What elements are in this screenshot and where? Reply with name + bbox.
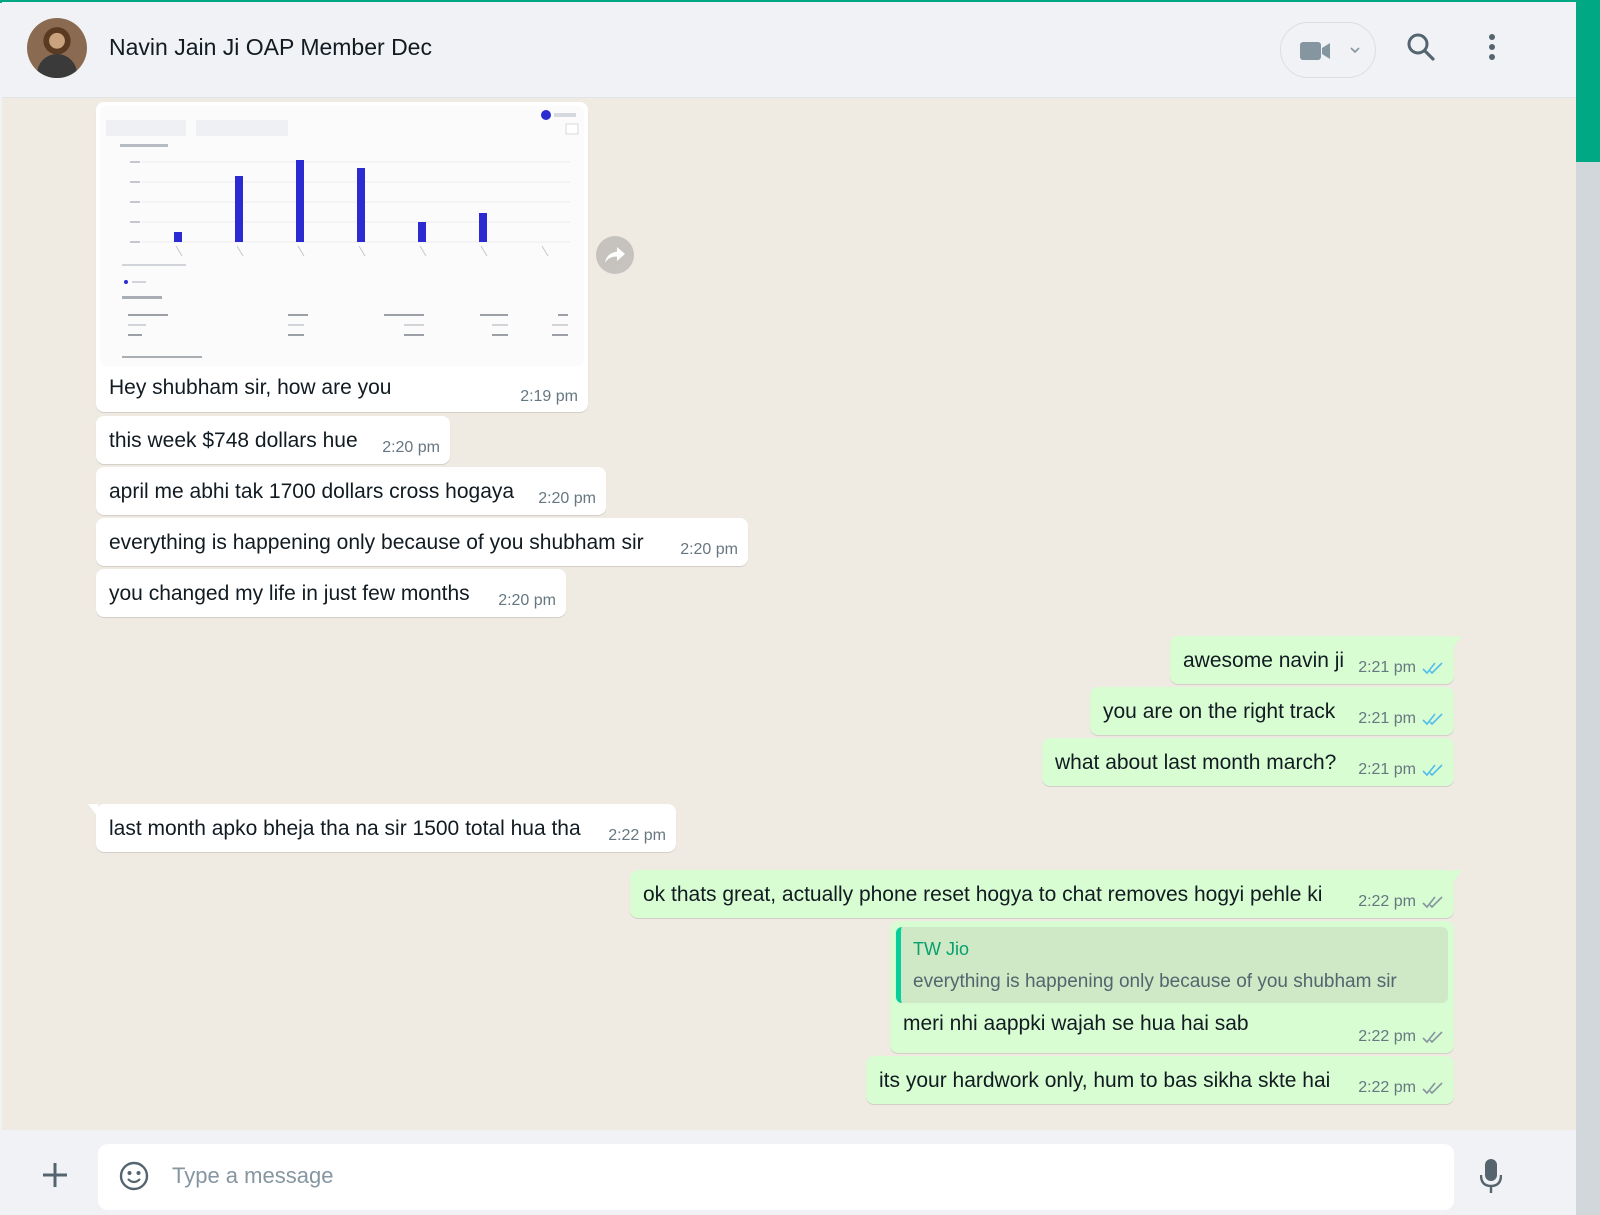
incoming-message[interactable]: you changed my life in just few months 2… xyxy=(96,569,566,617)
message-text: you changed my life in just few months xyxy=(109,582,470,605)
message-time: 2:22 pm xyxy=(1358,1028,1416,1045)
outgoing-message[interactable]: you are on the right track 2:21 pm xyxy=(1090,687,1454,735)
incoming-message[interactable]: this week $748 dollars hue 2:20 pm xyxy=(96,416,450,464)
quoted-author: TW Jio xyxy=(913,939,969,959)
outgoing-message[interactable]: its your hardwork only, hum to bas sikha… xyxy=(866,1056,1454,1104)
message-text: april me abhi tak 1700 dollars cross hog… xyxy=(109,480,515,503)
window-scrollbar[interactable] xyxy=(1576,0,1600,1215)
thumbnail-bar xyxy=(174,232,182,242)
contact-avatar[interactable] xyxy=(27,18,87,78)
chevron-down-icon xyxy=(1350,47,1360,54)
chat-title[interactable]: Navin Jain Ji OAP Member Dec xyxy=(109,34,432,61)
message-time: 2:20 pm xyxy=(382,439,440,456)
delivered-ticks-icon xyxy=(1422,1031,1443,1044)
message-time: 2:22 pm xyxy=(1358,1079,1416,1096)
message-text: what about last month march? xyxy=(1055,751,1337,774)
read-ticks-icon xyxy=(1422,764,1443,777)
message-time: 2:20 pm xyxy=(498,592,556,609)
message-input-box[interactable] xyxy=(98,1144,1454,1210)
video-camera-icon xyxy=(1300,42,1330,60)
incoming-message[interactable]: everything is happening only because of … xyxy=(96,518,748,566)
delivered-ticks-icon xyxy=(1422,896,1443,909)
composer-bar xyxy=(2,1130,1576,1215)
forward-button[interactable] xyxy=(596,236,634,274)
quoted-text: everything is happening only because of … xyxy=(913,971,1397,992)
thumbnail-bar xyxy=(357,168,365,242)
outgoing-reply-message[interactable]: TW Jio everything is happening only beca… xyxy=(890,921,1454,1053)
thumbnail-bar xyxy=(418,222,426,242)
more-vertical-icon[interactable] xyxy=(1484,32,1500,64)
incoming-message[interactable]: last month apko bheja tha na sir 1500 to… xyxy=(88,804,676,852)
delivered-ticks-icon xyxy=(1422,1082,1443,1095)
search-icon[interactable] xyxy=(1406,32,1436,62)
message-time: 2:20 pm xyxy=(680,541,738,558)
sticker-icon[interactable] xyxy=(118,1160,150,1192)
outgoing-message[interactable]: awesome navin ji 2:21 pm xyxy=(1170,636,1462,684)
image-message[interactable]: Hey shubham sir, how are you 2:19 pm xyxy=(96,102,588,412)
message-time: 2:21 pm xyxy=(1358,710,1416,727)
message-text: awesome navin ji xyxy=(1183,649,1345,672)
outgoing-message[interactable]: what about last month march? 2:21 pm xyxy=(1042,738,1454,786)
chart-screenshot-image[interactable] xyxy=(100,106,584,366)
video-call-button[interactable] xyxy=(1280,22,1376,78)
message-time: 2:22 pm xyxy=(1358,893,1416,910)
message-text: Hey shubham sir, how are you xyxy=(109,376,392,399)
message-list[interactable]: Hey shubham sir, how are you 2:19 pm thi… xyxy=(2,98,1576,1130)
message-text: meri nhi aappki wajah se hua hai sab xyxy=(903,1012,1249,1035)
message-input[interactable] xyxy=(172,1158,1422,1194)
outgoing-message[interactable]: ok thats great, actually phone reset hog… xyxy=(630,870,1462,918)
read-ticks-icon xyxy=(1422,713,1443,726)
message-text: everything is happening only because of … xyxy=(109,531,644,554)
chat-header: Navin Jain Ji OAP Member Dec xyxy=(2,2,1576,98)
microphone-icon[interactable] xyxy=(1480,1158,1502,1194)
chart-screenshot-graphic xyxy=(100,106,584,366)
chat-window: Navin Jain Ji OAP Member Dec Hey shubham… xyxy=(2,2,1576,1215)
scrollbar-thumb[interactable] xyxy=(1576,0,1600,162)
plus-icon[interactable] xyxy=(40,1160,70,1190)
message-time: 2:20 pm xyxy=(538,490,596,507)
message-text: this week $748 dollars hue xyxy=(109,429,358,452)
message-time: 2:21 pm xyxy=(1358,659,1416,676)
message-time: 2:19 pm xyxy=(520,388,578,405)
message-text: ok thats great, actually phone reset hog… xyxy=(643,883,1323,906)
read-ticks-icon xyxy=(1422,662,1443,675)
message-text: last month apko bheja tha na sir 1500 to… xyxy=(109,817,581,840)
message-text: its your hardwork only, hum to bas sikha… xyxy=(879,1069,1331,1092)
message-time: 2:22 pm xyxy=(608,827,666,844)
thumbnail-bar xyxy=(235,176,243,242)
thumbnail-bar xyxy=(296,160,304,242)
message-time: 2:21 pm xyxy=(1358,761,1416,778)
incoming-message[interactable]: april me abhi tak 1700 dollars cross hog… xyxy=(96,467,606,515)
quoted-message[interactable]: TW Jio everything is happening only beca… xyxy=(896,927,1448,1003)
forward-icon xyxy=(605,247,625,263)
thumbnail-bar xyxy=(479,213,487,242)
message-text: you are on the right track xyxy=(1103,700,1336,723)
